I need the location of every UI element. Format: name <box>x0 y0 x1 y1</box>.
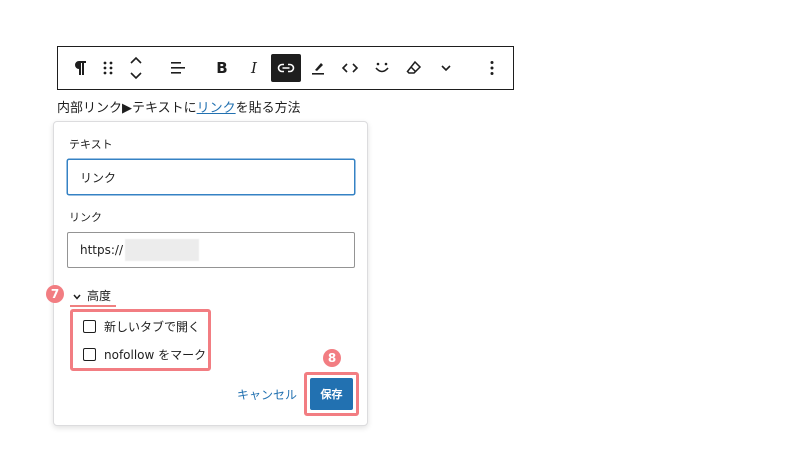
url-field-value: https:// <box>80 243 124 257</box>
paragraph-block[interactable]: 内部リンク▶テキストにリンクを貼る方法 <box>57 97 301 116</box>
paragraph-icon[interactable] <box>65 54 95 82</box>
block-type-group <box>58 47 156 89</box>
save-button[interactable]: 保存 <box>310 378 353 410</box>
text-field[interactable]: リンク <box>67 159 355 195</box>
block-toolbar: B I <box>57 46 514 90</box>
open-new-tab-option[interactable]: 新しいタブで開く <box>83 318 200 335</box>
nofollow-option[interactable]: nofollow をマーク <box>83 346 206 363</box>
url-field[interactable]: https:// <box>67 232 355 268</box>
text-field-label: テキスト <box>69 138 113 151</box>
open-new-tab-label: 新しいタブで開く <box>104 320 201 334</box>
step-8-badge: 8 <box>323 349 341 367</box>
cancel-button[interactable]: キャンセル <box>237 386 297 403</box>
advanced-label: 高度 <box>87 289 112 303</box>
move-up-down-icon[interactable] <box>121 54 151 82</box>
paragraph-text-after: を貼る方法 <box>235 101 301 116</box>
text-field-value: リンク <box>80 170 117 185</box>
paragraph-text-before: 内部リンク▶テキストに <box>57 101 197 116</box>
save-highlight-box: 保存 <box>304 372 359 416</box>
advanced-highlight-underline <box>70 305 116 307</box>
more-chevron-icon[interactable] <box>431 54 461 82</box>
advanced-toggle[interactable]: 高度 <box>73 287 111 304</box>
italic-icon[interactable]: I <box>239 54 269 82</box>
link-popover: テキスト リンク リンク https:// 高度 新しいタブで開く nofoll… <box>53 121 368 426</box>
format-group: B I <box>200 47 470 89</box>
nofollow-checkbox[interactable] <box>83 348 96 361</box>
link-field-label: リンク <box>69 211 102 224</box>
drag-handle-icon[interactable] <box>97 54 119 82</box>
clear-format-icon[interactable] <box>399 54 429 82</box>
url-redacted-blur <box>125 239 200 261</box>
align-group <box>156 47 200 89</box>
options-icon[interactable] <box>477 54 507 82</box>
emoji-icon[interactable] <box>367 54 397 82</box>
align-icon[interactable] <box>163 54 193 82</box>
paragraph-link[interactable]: リンク <box>197 101 236 116</box>
code-icon[interactable] <box>335 54 365 82</box>
open-new-tab-checkbox[interactable] <box>83 320 96 333</box>
nofollow-label: nofollow をマーク <box>104 348 207 362</box>
step-7-badge: 7 <box>46 285 64 303</box>
options-group <box>470 47 514 89</box>
chevron-down-icon <box>73 289 81 303</box>
highlight-icon[interactable] <box>303 54 333 82</box>
bold-icon[interactable]: B <box>207 54 237 82</box>
link-icon[interactable] <box>271 54 301 82</box>
